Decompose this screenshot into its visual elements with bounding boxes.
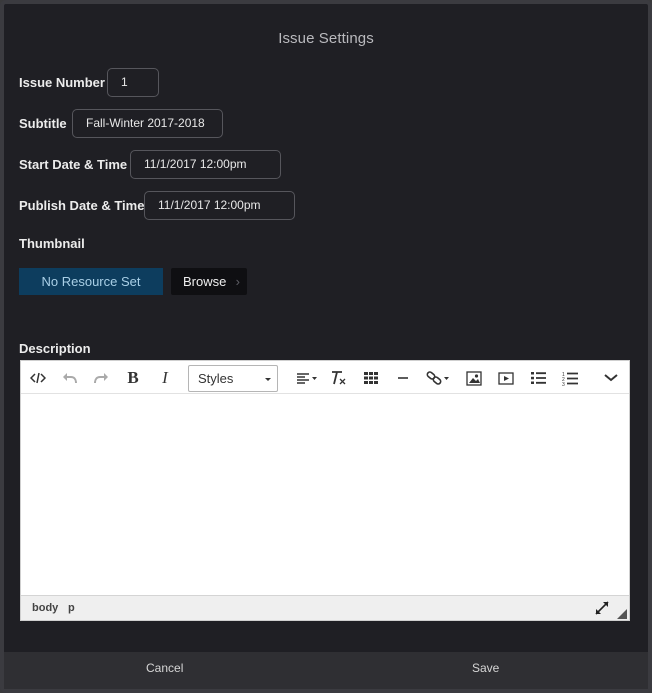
subtitle-label: Subtitle (19, 116, 67, 131)
numbered-list-icon[interactable]: 123 (557, 365, 583, 391)
image-icon[interactable] (461, 365, 487, 391)
styles-label: Styles (198, 371, 234, 386)
undo-icon[interactable] (57, 365, 83, 391)
path-item-p[interactable]: p (68, 602, 75, 614)
resize-handle-icon[interactable] (617, 606, 627, 624)
align-icon[interactable] (292, 365, 322, 391)
editor-content-area[interactable] (21, 395, 629, 595)
no-resource-button[interactable]: No Resource Set (19, 268, 163, 295)
dialog-footer: Cancel Save (4, 652, 648, 689)
horizontal-rule-icon[interactable] (390, 365, 416, 391)
dialog-title: Issue Settings (278, 30, 374, 47)
italic-icon[interactable]: I (152, 365, 178, 391)
issue-number-input[interactable]: 1 (107, 68, 159, 97)
cancel-button[interactable]: Cancel (146, 661, 183, 675)
bullet-list-icon[interactable] (525, 365, 551, 391)
save-button[interactable]: Save (472, 661, 499, 675)
code-icon[interactable] (25, 365, 51, 391)
editor-statusbar: body p (21, 595, 629, 620)
start-date-input[interactable]: 11/1/2017 12:00pm (130, 150, 281, 179)
browse-label: Browse (183, 274, 227, 289)
table-icon[interactable] (358, 365, 384, 391)
issue-settings-dialog: Issue Settings Issue Number 1 Subtitle F… (0, 0, 652, 693)
media-icon[interactable] (493, 365, 519, 391)
path-item-body[interactable]: body (32, 602, 58, 614)
more-icon[interactable] (598, 365, 624, 391)
styles-dropdown[interactable]: Styles (188, 365, 278, 392)
redo-icon[interactable] (88, 365, 114, 391)
fullscreen-icon[interactable] (595, 601, 609, 620)
editor-toolbar: B I Styles 1 2 3 (21, 361, 629, 394)
chevron-right-icon: › (235, 274, 240, 289)
link-icon[interactable] (423, 365, 453, 391)
description-label: Description (19, 341, 91, 356)
browse-button[interactable]: Browse › (171, 268, 247, 295)
start-date-label: Start Date & Time (19, 157, 128, 172)
publish-date-input[interactable]: 11/1/2017 12:00pm (144, 191, 295, 220)
rich-text-editor: B I Styles 1 2 3 body p (20, 360, 630, 621)
subtitle-input[interactable]: Fall-Winter 2017-2018 (72, 109, 223, 138)
clear-format-icon[interactable] (326, 365, 352, 391)
caret-down-icon (265, 378, 271, 381)
issue-number-label: Issue Number (19, 75, 105, 90)
publish-date-label: Publish Date & Time (19, 198, 145, 213)
svg-text:3: 3 (562, 382, 565, 386)
thumbnail-label: Thumbnail (19, 236, 85, 251)
bold-icon[interactable]: B (120, 365, 146, 391)
